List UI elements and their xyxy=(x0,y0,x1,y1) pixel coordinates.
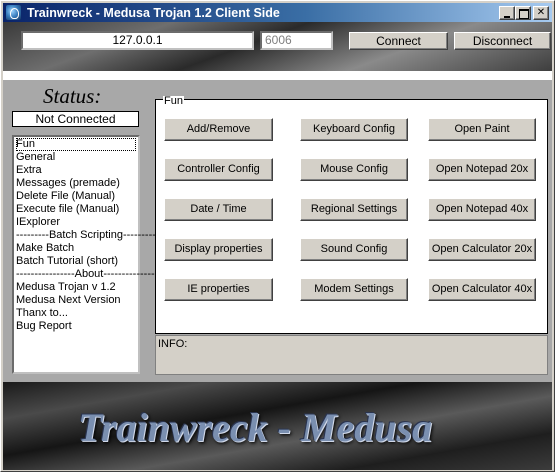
main-panel: Status: Not Connected Fun General Extra … xyxy=(3,80,552,382)
open-calculator-20x-button[interactable]: Open Calculator 20x xyxy=(428,238,536,261)
fun-group-legend: Fun xyxy=(163,95,184,107)
list-item-bug-report[interactable]: Bug Report xyxy=(16,320,138,333)
list-item-about-header[interactable]: ----------------About---------------- xyxy=(16,268,162,281)
list-item-extra[interactable]: Extra xyxy=(16,164,138,177)
ip-address-input[interactable]: 127.0.0.1 xyxy=(21,31,254,50)
title-bar[interactable]: Trainwreck - Medusa Trojan 1.2 Client Si… xyxy=(3,3,552,22)
info-panel: INFO: xyxy=(155,335,548,375)
info-label: INFO: xyxy=(158,338,188,350)
list-item-delete-file[interactable]: Delete File (Manual) xyxy=(16,190,138,203)
list-item-batch-tutorial[interactable]: Batch Tutorial (short) xyxy=(16,255,138,268)
ie-properties-button[interactable]: IE properties xyxy=(164,278,273,301)
disconnect-button[interactable]: Disconnect xyxy=(454,32,551,50)
window-title: Trainwreck - Medusa Trojan 1.2 Client Si… xyxy=(27,6,280,20)
list-item-execute-file[interactable]: Execute file (Manual) xyxy=(16,203,138,216)
list-item-general[interactable]: General xyxy=(16,151,138,164)
list-item-version[interactable]: Medusa Trojan v 1.2 xyxy=(16,281,138,294)
list-item-next-version[interactable]: Medusa Next Version xyxy=(16,294,138,307)
list-item-make-batch[interactable]: Make Batch xyxy=(16,242,138,255)
keyboard-config-button[interactable]: Keyboard Config xyxy=(300,118,408,141)
display-properties-button[interactable]: Display properties xyxy=(164,238,273,261)
feature-list[interactable]: Fun General Extra Messages (premade) Del… xyxy=(12,135,162,374)
date-time-button[interactable]: Date / Time xyxy=(164,198,273,221)
sound-config-button[interactable]: Sound Config xyxy=(300,238,408,261)
open-calculator-40x-button[interactable]: Open Calculator 40x xyxy=(428,278,536,301)
connect-button[interactable]: Connect xyxy=(349,32,448,50)
status-heading: Status: xyxy=(43,84,102,108)
controller-config-button[interactable]: Controller Config xyxy=(164,158,273,181)
separator xyxy=(3,71,552,80)
add-remove-button[interactable]: Add/Remove xyxy=(164,118,273,141)
connection-bar: 127.0.0.1 6006 Connect Disconnect xyxy=(3,22,552,71)
list-item-batch-scripting-header[interactable]: ---------Batch Scripting--------- xyxy=(16,229,156,242)
minimize-button[interactable] xyxy=(499,6,515,20)
mouse-config-button[interactable]: Mouse Config xyxy=(300,158,408,181)
list-item-fun[interactable]: Fun xyxy=(16,138,136,151)
maximize-button[interactable] xyxy=(515,6,531,20)
open-paint-button[interactable]: Open Paint xyxy=(428,118,536,141)
banner-logo-text: Trainwreck - Medusa xyxy=(78,405,433,450)
open-notepad-20x-button[interactable]: Open Notepad 20x xyxy=(428,158,536,181)
list-item-iexplorer[interactable]: IExplorer xyxy=(16,216,138,229)
regional-settings-button[interactable]: Regional Settings xyxy=(300,198,408,221)
port-input[interactable]: 6006 xyxy=(260,31,333,50)
list-item-messages[interactable]: Messages (premade) xyxy=(16,177,138,190)
open-notepad-40x-button[interactable]: Open Notepad 40x xyxy=(428,198,536,221)
banner: Trainwreck - Medusa xyxy=(3,382,552,470)
app-window: Trainwreck - Medusa Trojan 1.2 Client Si… xyxy=(0,0,555,472)
app-icon xyxy=(6,5,21,20)
status-value: Not Connected xyxy=(12,111,139,127)
close-button[interactable]: ✕ xyxy=(533,6,549,20)
list-item-thanks[interactable]: Thanx to... xyxy=(16,307,138,320)
modem-settings-button[interactable]: Modem Settings xyxy=(300,278,408,301)
